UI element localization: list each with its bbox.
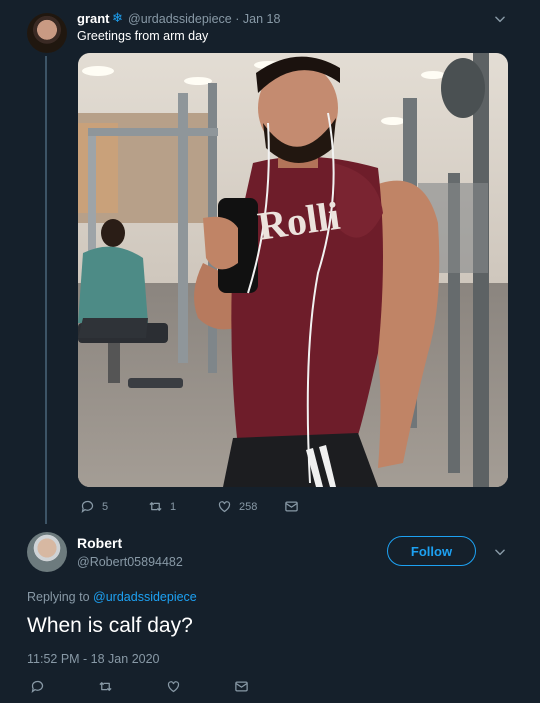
avatar[interactable] [27,13,67,53]
snowflake-icon: ❄ [112,10,123,25]
envelope-icon[interactable] [234,679,249,694]
chevron-down-icon[interactable] [493,545,507,559]
handle[interactable]: @Robert05894482 [77,555,183,569]
display-name[interactable]: grant [77,11,110,26]
tweet-meta: @urdadssidepiece · Jan 18 [128,12,280,26]
reply-count: 5 [102,500,109,513]
retweet-icon [149,502,162,511]
retweet-icon[interactable] [98,679,113,694]
handle[interactable]: @urdadssidepiece [128,12,232,26]
reply-action[interactable]: 5 [80,499,108,514]
like-action[interactable]: 258 [217,499,257,514]
envelope-icon [285,501,298,512]
retweet-count: 1 [170,500,177,513]
replying-to: Replying to @urdadssidepiece [27,590,197,604]
tweet-text: When is calf day? [27,614,193,637]
message-action[interactable] [284,499,299,514]
tweet-date[interactable]: Jan 18 [243,12,281,26]
follow-button[interactable]: Follow [387,536,476,566]
chevron-down-icon[interactable] [493,12,507,26]
retweet-action[interactable]: 1 [148,499,176,514]
heart-icon[interactable] [166,679,181,694]
separator: · [235,12,240,26]
tweet-text: Greetings from arm day [77,29,209,43]
thread-connector-line [45,56,47,524]
avatar[interactable] [27,532,67,572]
replying-to-label: Replying to [27,590,90,604]
reply-icon[interactable] [30,679,45,694]
timestamp[interactable]: 11:52 PM - 18 Jan 2020 [27,652,160,666]
heart-icon [218,501,231,513]
reply-icon [81,500,94,513]
display-name[interactable]: Robert [77,535,122,551]
tweet-photo[interactable]: Rolli [78,53,508,487]
like-count: 258 [239,500,258,513]
replying-to-link[interactable]: @urdadssidepiece [93,590,197,604]
